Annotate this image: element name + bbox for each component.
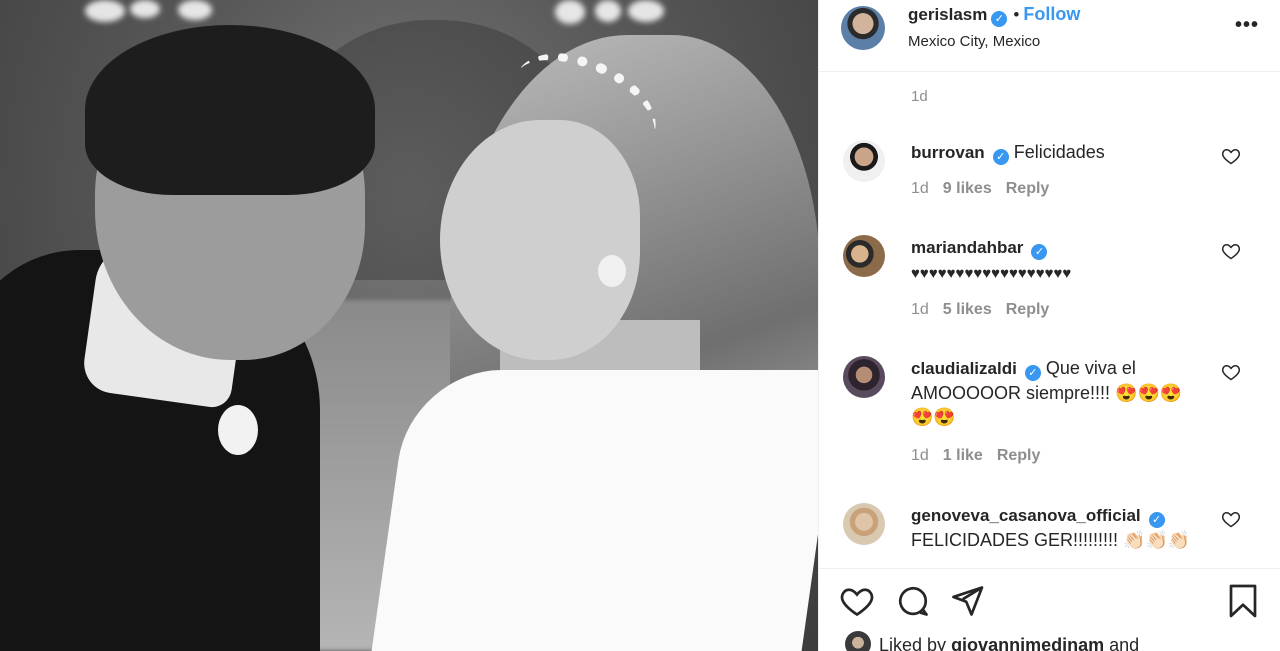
comment-likes[interactable]: 5 likes: [943, 301, 992, 318]
reply-button[interactable]: Reply: [997, 447, 1041, 464]
reply-button[interactable]: Reply: [1006, 301, 1050, 318]
comment-likes[interactable]: 1 like: [943, 447, 983, 464]
comment-username[interactable]: burrovan: [911, 143, 985, 162]
comment-body: FELICIDADES GER!!!!!!!!! 👏🏻👏🏻👏🏻: [911, 530, 1191, 550]
commenter-avatar[interactable]: [843, 356, 885, 398]
author-avatar[interactable]: [841, 6, 885, 50]
share-icon[interactable]: [949, 583, 985, 619]
comment-likes[interactable]: 9 likes: [943, 180, 992, 197]
groom-hair: [85, 25, 375, 195]
comment-time: 1d: [911, 447, 929, 464]
more-options-icon[interactable]: •••: [1235, 14, 1259, 37]
post-photo[interactable]: [0, 0, 818, 651]
comment-heart-icon[interactable]: [1221, 509, 1241, 529]
commenter-avatar[interactable]: [843, 503, 885, 545]
comments-list[interactable]: 1d burrovan ✓ Felicidades 1d 9 likes Reply …: [819, 72, 1280, 568]
liked-by-prefix: Liked by: [879, 635, 947, 651]
bokeh-light: [555, 0, 585, 24]
author-row: gerislasm ✓ • Follow: [908, 4, 1080, 27]
comment-text: claudializaldi ✓ Que viva el AMOOOOOR sie…: [911, 356, 1201, 429]
comment-time: 1d: [911, 180, 929, 197]
comment-heart-icon[interactable]: [1221, 241, 1241, 261]
comment-text: burrovan ✓ Felicidades: [911, 140, 1211, 165]
comment-username[interactable]: mariandahbar: [911, 238, 1023, 257]
post-header: gerislasm ✓ • Follow Mexico City, Mexico ••…: [819, 0, 1280, 72]
verified-icon: ✓: [992, 149, 1009, 165]
liked-by-summary: Liked by giovannimedinam and: [845, 631, 1139, 651]
bokeh-light: [628, 0, 664, 22]
comment-body: ♥♥♥♥♥♥♥♥♥♥♥♥♥♥♥♥♥♥: [911, 265, 1072, 282]
comment-meta: 1d 1 like Reply: [911, 447, 1054, 465]
comment-heart-icon[interactable]: [1221, 146, 1241, 166]
caption-time: 1d: [911, 88, 928, 105]
comment-heart-icon[interactable]: [1221, 362, 1241, 382]
commenter-avatar[interactable]: [843, 140, 885, 182]
heart-icon[interactable]: [839, 583, 875, 619]
comment-username[interactable]: genoveva_casanova_official: [911, 506, 1141, 525]
wedding-dress: [368, 370, 818, 651]
liker-avatar[interactable]: [845, 631, 871, 651]
commenter-avatar[interactable]: [843, 235, 885, 277]
comment-icon[interactable]: [895, 583, 931, 619]
follow-button[interactable]: Follow: [1023, 4, 1080, 24]
verified-icon: ✓: [991, 11, 1008, 27]
post-sidebar: gerislasm ✓ • Follow Mexico City, Mexico ••…: [818, 0, 1280, 651]
liked-by-user[interactable]: giovannimedinam: [951, 635, 1104, 651]
comment-username[interactable]: claudializaldi: [911, 359, 1017, 378]
bookmark-icon[interactable]: [1225, 583, 1261, 619]
comment-time: 1d: [911, 301, 929, 318]
comment-meta: 1d 9 likes Reply: [911, 180, 1063, 198]
boutonniere: [218, 405, 258, 455]
post-location[interactable]: Mexico City, Mexico: [908, 33, 1040, 50]
comment-meta: 1d 5 likes Reply: [911, 301, 1063, 319]
bokeh-light: [130, 0, 160, 18]
comment-body: Felicidades: [1013, 142, 1105, 162]
verified-icon: ✓: [1024, 365, 1041, 381]
bokeh-light: [85, 0, 125, 22]
separator-dot: •: [1013, 5, 1020, 24]
verified-icon: ✓: [1148, 512, 1165, 528]
bokeh-light: [595, 0, 621, 22]
verified-icon: ✓: [1031, 244, 1048, 260]
bokeh-light: [178, 0, 212, 20]
comment-text: genoveva_casanova_official ✓ FELICIDADES G…: [911, 503, 1211, 552]
reply-button[interactable]: Reply: [1006, 180, 1050, 197]
author-username[interactable]: gerislasm: [908, 5, 987, 24]
pearl-earring: [598, 255, 626, 287]
comment-text: mariandahbar ✓ ♥♥♥♥♥♥♥♥♥♥♥♥♥♥♥♥♥♥: [911, 235, 1211, 286]
liked-by-suffix: and: [1109, 635, 1140, 651]
post-actions: Liked by giovannimedinam and: [819, 568, 1280, 651]
